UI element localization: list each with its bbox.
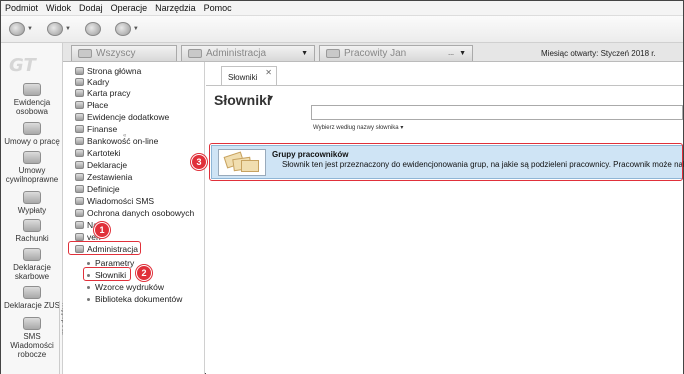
step-badge-1: 1 — [94, 222, 110, 238]
page-title: Słowniki — [214, 92, 271, 108]
tree-ewidencje-dodatkowe[interactable]: Ewidencje dodatkowe — [75, 112, 169, 122]
nav-rachunki[interactable]: Rachunki — [1, 219, 63, 243]
menu-widok[interactable]: Widok — [46, 3, 71, 13]
shield-icon — [75, 209, 84, 217]
tree-definicje[interactable]: Definicje — [75, 184, 120, 194]
bullet-icon — [87, 285, 90, 289]
main-content: Słowniki ✕ Słowniki ▾ Wybierz według nazw… — [206, 62, 684, 374]
folder-icon — [75, 149, 84, 157]
app-logo: GT — [9, 55, 36, 76]
menu-operacje[interactable]: Operacje — [111, 3, 148, 13]
tree-wiadomosci-sms[interactable]: Wiadomości SMS — [75, 196, 154, 206]
menu-podmiot[interactable]: Podmiot — [5, 3, 38, 13]
sms-icon — [75, 197, 84, 205]
people-icon — [75, 78, 84, 86]
open-month-label: Miesiąc otwarty: Styczeń 2018 r. — [541, 49, 656, 58]
tab-wszyscy[interactable]: Wszyscy — [71, 45, 177, 61]
card-icon — [75, 89, 84, 97]
report-icon — [75, 173, 84, 181]
payment-icon — [23, 191, 41, 204]
person-icon — [326, 49, 340, 58]
contract-icon — [23, 122, 41, 135]
chevron-down-icon: ▼ — [27, 26, 33, 32]
tree-deklaracje[interactable]: Deklaracje — [75, 160, 127, 170]
tree-strona-glowna[interactable]: Strona główna — [75, 66, 141, 76]
menu-dodaj[interactable]: Dodaj — [79, 3, 103, 13]
toolbar: ▼ ▼ ▼ — [1, 16, 683, 43]
back-button[interactable]: ▼ — [9, 22, 33, 36]
nav-deklaracje-zus[interactable]: Deklaracje ZUS — [1, 286, 63, 310]
menu-narzedzia[interactable]: Narzędzia — [155, 3, 196, 13]
highlight-slowniki — [83, 267, 131, 281]
contract-icon — [23, 151, 41, 164]
bullet-icon — [87, 297, 90, 301]
dropdown-dots-icon[interactable]: ... — [448, 50, 454, 57]
records-icon — [75, 113, 84, 121]
bank-icon — [75, 137, 84, 145]
home-icon — [75, 67, 84, 75]
tree-ochrona-danych[interactable]: Ochrona danych osobowych — [75, 208, 194, 218]
help-button[interactable]: ▼ — [114, 22, 139, 36]
group-icon — [78, 49, 92, 58]
navigation-tree: « Strona główna Kadry Karta pracy Płace … — [63, 62, 205, 374]
people-icon — [23, 83, 41, 96]
forward-icon — [46, 22, 63, 36]
document-tab-slowniki[interactable]: Słowniki ✕ — [221, 66, 277, 86]
tab-administracja[interactable]: Administracja ▼ — [181, 45, 315, 61]
back-icon — [9, 22, 25, 36]
gear-icon — [75, 233, 84, 241]
dictionary-search-input[interactable] — [311, 105, 683, 120]
tree-sub-wzorce-wydrukow[interactable]: Wzorce wydruków — [87, 282, 164, 292]
tree-place[interactable]: Płace — [75, 100, 108, 110]
nav-umowy-cywilnoprawne[interactable]: Umowy cywilnoprawne — [1, 151, 63, 184]
payroll-icon — [75, 101, 84, 109]
dropdown-icon[interactable]: ▼ — [301, 50, 308, 57]
tab-pracownik[interactable]: Pracowity Jan... ▼ — [319, 45, 473, 61]
nav-wyplaty[interactable]: Wypłaty — [1, 191, 63, 215]
money-button[interactable] — [84, 22, 101, 36]
highlight-administracja — [68, 241, 141, 255]
definitions-icon — [75, 185, 84, 193]
zus-icon — [23, 286, 41, 299]
tree-finanse[interactable]: Finanse — [75, 124, 117, 134]
sms-icon — [23, 317, 41, 330]
tree-kartoteki[interactable]: Kartoteki — [75, 148, 121, 158]
left-module-nav: GT Ewidencja osobowa Umowy o pracę Umowy… — [1, 43, 63, 374]
tree-karta-pracy[interactable]: Karta pracy — [75, 88, 130, 98]
bill-icon — [23, 219, 41, 232]
forward-button[interactable]: ▼ — [46, 22, 71, 36]
tax-icon — [23, 248, 41, 261]
settings-icon — [75, 221, 84, 229]
help-icon — [114, 22, 131, 36]
context-tabs-bar: Wszyscy Administracja ▼ Pracowity Jan... ▼… — [63, 43, 683, 62]
tree-bankowosc[interactable]: Bankowość on-line — [75, 136, 158, 146]
dropdown-icon[interactable]: ▼ — [459, 50, 466, 57]
declaration-icon — [75, 161, 84, 169]
dollar-icon — [84, 22, 101, 36]
search-filter-link[interactable]: Wybierz według nazwy słownika ▾ — [313, 124, 403, 131]
chevron-down-icon: ▼ — [132, 26, 139, 32]
bullet-icon — [87, 261, 90, 265]
menu-pomoc[interactable]: Pomoc — [204, 3, 232, 13]
chevron-down-icon: ▼ — [64, 26, 71, 32]
menu-bar: Podmiot Widok Dodaj Operacje Narzędzia P… — [1, 1, 683, 16]
nav-deklaracje-skarbowe[interactable]: Deklaracje skarbowe — [1, 248, 63, 281]
tab-divider — [206, 85, 683, 86]
highlight-result — [209, 143, 683, 181]
step-badge-2: 2 — [136, 265, 152, 281]
close-icon[interactable]: ✕ — [265, 68, 272, 77]
finance-icon — [75, 125, 84, 133]
title-dropdown-icon[interactable]: ▾ — [268, 93, 273, 104]
tree-sub-biblioteka[interactable]: Biblioteka dokumentów — [87, 294, 182, 304]
tree-zestawienia[interactable]: Zestawienia — [75, 172, 132, 182]
nav-ewidencja-osobowa[interactable]: Ewidencja osobowa — [1, 83, 63, 116]
admin-icon — [188, 49, 202, 58]
step-badge-3: 3 — [191, 154, 207, 170]
nav-sms[interactable]: SMS Wiadomości robocze — [1, 317, 63, 359]
tree-kadry[interactable]: Kadry — [75, 77, 109, 87]
nav-umowy-o-prace[interactable]: Umowy o pracę — [1, 122, 63, 146]
